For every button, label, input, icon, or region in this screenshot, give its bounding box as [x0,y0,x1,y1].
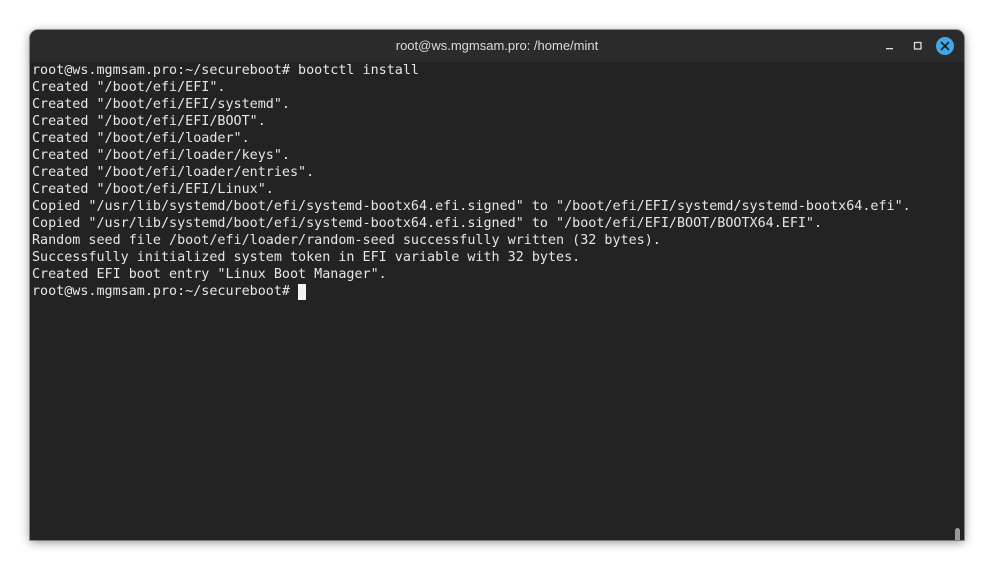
terminal-line: Created "/boot/efi/EFI". [32,80,226,95]
terminal-line: Copied "/usr/lib/systemd/boot/efi/system… [32,216,823,231]
text-cursor [297,284,306,300]
scrollbar[interactable] [950,62,964,540]
terminal-line: Created "/boot/efi/loader". [32,131,250,146]
terminal-line: Created "/boot/efi/loader/entries". [32,165,315,180]
maximize-button[interactable] [910,38,926,54]
terminal-line: Created "/boot/efi/EFI/BOOT". [32,114,266,129]
terminal-line: Created EFI boot entry "Linux Boot Manag… [32,267,387,282]
terminal-line: Created "/boot/efi/loader/keys". [32,148,290,163]
close-icon [940,41,950,51]
title-bar[interactable]: root@ws.mgmsam.pro: /home/mint [30,30,964,62]
window-title: root@ws.mgmsam.pro: /home/mint [395,38,599,53]
close-button[interactable] [936,37,954,55]
terminal-line: Copied "/usr/lib/systemd/boot/efi/system… [32,199,911,214]
terminal-prompt-line[interactable]: root@ws.mgmsam.pro:~/secureboot# [32,283,950,300]
terminal-window: root@ws.mgmsam.pro: /home/mint root@ws.m… [30,30,964,540]
terminal-line: Successfully initialized system token in… [32,250,581,265]
terminal-output[interactable]: root@ws.mgmsam.pro:~/secureboot# bootctl… [30,62,950,540]
terminal-line: Random seed file /boot/efi/loader/random… [32,233,661,248]
minimize-button[interactable] [882,38,898,54]
scrollbar-thumb[interactable] [955,528,960,540]
terminal-line: Created "/boot/efi/EFI/Linux". [32,182,274,197]
terminal-line: Created "/boot/efi/EFI/systemd". [32,97,290,112]
maximize-icon [913,41,922,50]
minimize-icon [886,48,893,50]
terminal-line: root@ws.mgmsam.pro:~/secureboot# bootctl… [32,63,419,78]
shell-prompt: root@ws.mgmsam.pro:~/secureboot# [32,284,290,299]
